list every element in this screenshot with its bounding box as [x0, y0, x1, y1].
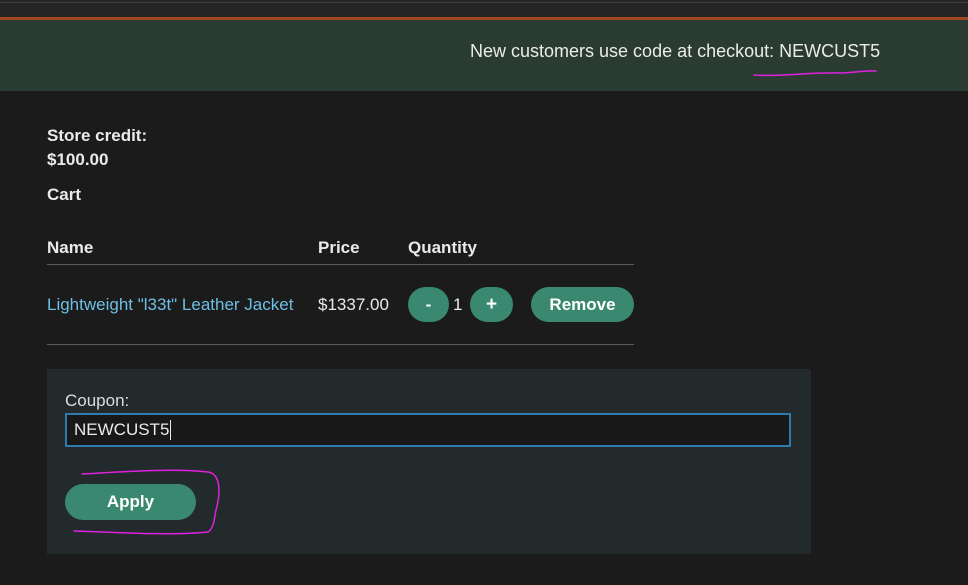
column-header-quantity: Quantity: [408, 238, 477, 257]
cart-item-price: $1337.00: [318, 295, 389, 314]
cart-title: Cart: [47, 185, 82, 204]
column-header-name: Name: [47, 238, 94, 257]
table-header-divider: [47, 264, 634, 265]
browser-top-strip: [0, 0, 968, 20]
decrease-quantity-button[interactable]: -: [408, 287, 449, 322]
coupon-label: Coupon:: [65, 391, 130, 410]
promo-banner-text: New customers use code at checkout: NEWC…: [470, 41, 881, 61]
store-credit-label: Store credit:: [47, 126, 148, 145]
table-bottom-divider: [47, 344, 634, 345]
cart-item-name-link[interactable]: Lightweight "l33t" Leather Jacket: [47, 295, 293, 315]
coupon-input-value: NEWCUST5: [74, 420, 170, 439]
annotation-underline: [753, 70, 877, 77]
text-caret: [170, 420, 172, 440]
remove-item-button[interactable]: Remove: [531, 287, 634, 322]
top-divider: [0, 2, 968, 3]
promo-banner: New customers use code at checkout: NEWC…: [0, 20, 968, 91]
increase-quantity-button[interactable]: +: [470, 287, 513, 322]
cart-item-quantity: 1: [453, 295, 463, 314]
annotation-circle: [73, 469, 220, 535]
column-header-price: Price: [318, 238, 360, 257]
coupon-input[interactable]: NEWCUST5: [65, 413, 791, 447]
store-credit-value: $100.00: [47, 150, 109, 169]
